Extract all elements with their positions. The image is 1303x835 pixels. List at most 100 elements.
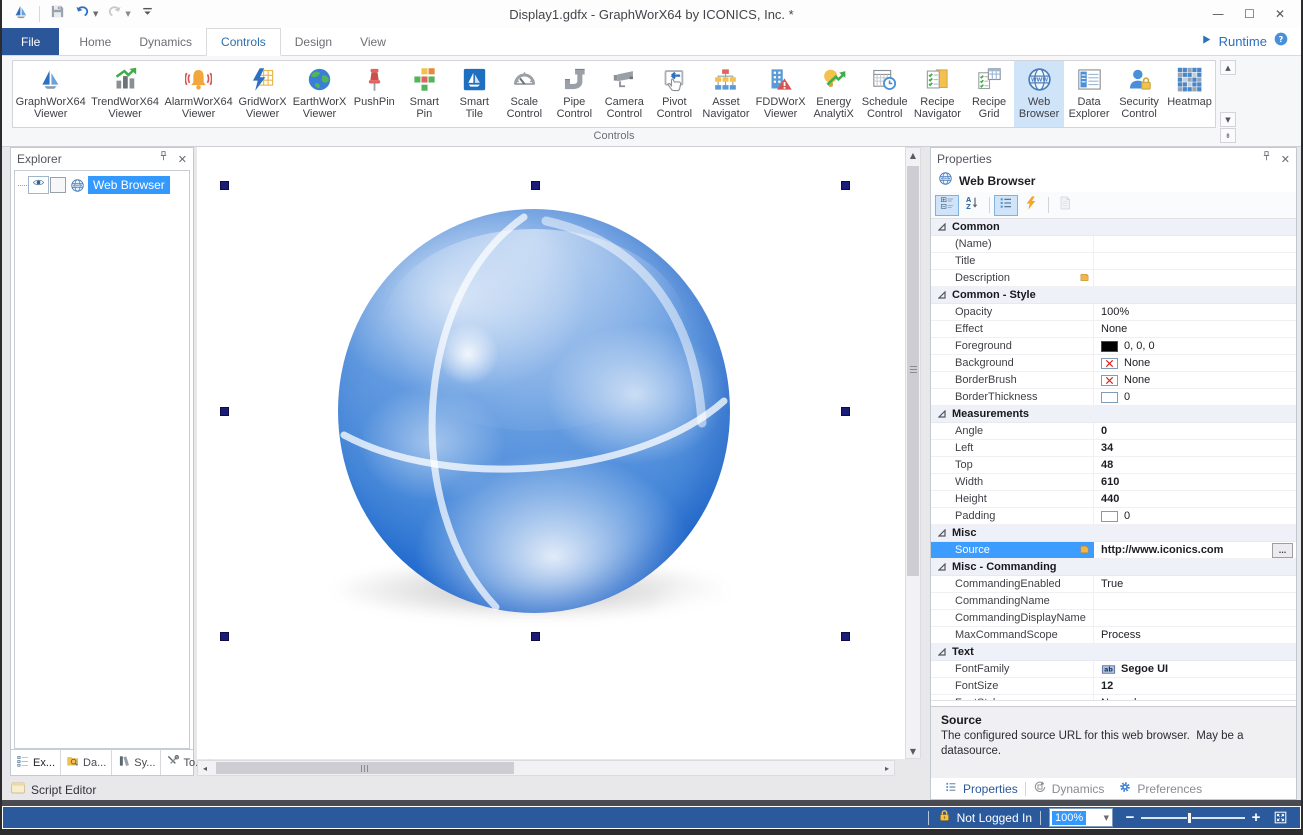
save-button[interactable] (47, 3, 68, 25)
chevron-down-icon[interactable]: ▼ (125, 10, 130, 18)
property-value[interactable]: Process (1094, 627, 1296, 643)
ribbon-button-earthworx-viewer[interactable]: EarthWorXViewer (290, 61, 350, 127)
undo-button[interactable]: ▼ (72, 3, 100, 25)
zoom-slider[interactable] (1141, 817, 1245, 819)
login-status[interactable]: Not Logged In (937, 808, 1032, 828)
pin-panel-icon[interactable] (1260, 150, 1273, 168)
web-browser-control[interactable] (338, 209, 730, 613)
dynamics-bolt-button[interactable] (1019, 195, 1043, 216)
scroll-left-icon[interactable]: ◂ (198, 761, 212, 775)
horizontal-scroll-thumb[interactable] (216, 762, 514, 774)
property-category-misc[interactable]: Misc (931, 525, 1296, 542)
chevron-down-icon[interactable]: ▼ (93, 10, 98, 18)
property-row-fontfamily[interactable]: FontFamilyabSegoe UI (931, 661, 1296, 678)
tab-dynamics[interactable]: Dynamics (1026, 780, 1112, 797)
property-row-borderbrush[interactable]: BorderBrushNone (931, 372, 1296, 389)
app-logo-button[interactable] (10, 3, 32, 25)
property-value[interactable]: 0 (1094, 423, 1296, 439)
tab-home[interactable]: Home (65, 28, 125, 55)
property-category-misc-commanding[interactable]: Misc - Commanding (931, 559, 1296, 576)
property-value[interactable]: abSegoe UI (1094, 661, 1296, 677)
selection-handle[interactable] (841, 632, 850, 641)
selection-handle[interactable] (531, 181, 540, 190)
ribbon-button-asset-navigator[interactable]: AssetNavigator (699, 61, 752, 127)
property-row-left[interactable]: Left34 (931, 440, 1296, 457)
ribbon-button-recipe-grid[interactable]: RecipeGrid (964, 61, 1014, 127)
property-category-common-style[interactable]: Common - Style (931, 287, 1296, 304)
ribbon-button-recipe-navigator[interactable]: RecipeNavigator (911, 61, 964, 127)
script-editor-bar[interactable]: Script Editor (10, 780, 96, 800)
tab-controls[interactable]: Controls (206, 28, 281, 56)
property-value[interactable]: None (1094, 321, 1296, 337)
collapse-triangle-icon[interactable] (938, 648, 946, 656)
ribbon-scroll-up-button[interactable]: ▲ (1220, 60, 1236, 75)
ribbon-button-smart-tile[interactable]: SmartTile (449, 61, 499, 127)
close-panel-icon[interactable]: ✕ (178, 153, 187, 166)
property-row-height[interactable]: Height440 (931, 491, 1296, 508)
pin-panel-icon[interactable] (157, 150, 170, 168)
property-row-width[interactable]: Width610 (931, 474, 1296, 491)
property-value[interactable]: 0, 0, 0 (1094, 338, 1296, 354)
property-value[interactable] (1094, 610, 1296, 626)
redo-button[interactable]: ▼ (104, 3, 132, 25)
ribbon-button-fddworx-viewer[interactable]: FDDWorXViewer (753, 61, 809, 127)
selection-handle[interactable] (220, 407, 229, 416)
property-value[interactable] (1094, 236, 1296, 252)
description-pane-button[interactable] (1053, 195, 1077, 216)
selection-handle[interactable] (531, 632, 540, 641)
property-row-commandingname[interactable]: CommandingName (931, 593, 1296, 610)
property-row-maxcommandscope[interactable]: MaxCommandScopeProcess (931, 627, 1296, 644)
property-value[interactable]: Normal (1094, 695, 1296, 701)
tab-file[interactable]: File (2, 28, 59, 55)
close-panel-icon[interactable]: ✕ (1281, 153, 1290, 166)
design-canvas[interactable] (197, 147, 905, 759)
selection-handle[interactable] (841, 181, 850, 190)
ellipsis-button[interactable]: ... (1272, 543, 1293, 558)
vertical-scroll-thumb[interactable] (907, 166, 919, 576)
property-value[interactable]: 0 (1094, 508, 1296, 524)
property-row-effect[interactable]: EffectNone (931, 321, 1296, 338)
ribbon-button-data-explorer[interactable]: DataExplorer (1064, 61, 1114, 127)
collapse-triangle-icon[interactable] (938, 291, 946, 299)
ribbon-button-web-browser[interactable]: WWWWebBrowser (1014, 61, 1064, 127)
property-value[interactable]: 12 (1094, 678, 1296, 694)
tab-view[interactable]: View (346, 28, 400, 55)
ribbon-button-pushpin[interactable]: PushPin (349, 61, 399, 127)
ribbon-button-heatmap[interactable]: Heatmap (1164, 61, 1215, 127)
canvas-horizontal-scrollbar[interactable]: ◂ ▸ (197, 760, 895, 776)
ribbon-button-energy-analytix[interactable]: EnergyAnalytiX (809, 61, 859, 127)
minimize-button[interactable]: — (1212, 8, 1224, 20)
property-row-opacity[interactable]: Opacity100% (931, 304, 1296, 321)
zoom-in-button[interactable]: + (1249, 811, 1263, 825)
ribbon-button-security-control[interactable]: SecurityControl (1114, 61, 1164, 127)
property-category-measurements[interactable]: Measurements (931, 406, 1296, 423)
selection-handle[interactable] (220, 632, 229, 641)
panel-tab-ex[interactable]: Ex... (11, 750, 61, 775)
tab-properties[interactable]: Properties (937, 780, 1025, 797)
scroll-right-icon[interactable]: ▸ (880, 761, 894, 775)
ribbon-button-alarmworx64-viewer[interactable]: AlarmWorX64Viewer (162, 61, 236, 127)
property-row-angle[interactable]: Angle0 (931, 423, 1296, 440)
runtime-button[interactable]: Runtime (1219, 34, 1267, 49)
property-value[interactable]: 0 (1094, 389, 1296, 405)
ribbon-button-pivot-control[interactable]: PivotControl (649, 61, 699, 127)
zoom-slider-thumb[interactable] (1187, 812, 1192, 824)
property-row-borderthickness[interactable]: BorderThickness0 (931, 389, 1296, 406)
tab-dynamics[interactable]: Dynamics (125, 28, 206, 55)
property-category-common[interactable]: Common (931, 219, 1296, 236)
collapse-triangle-icon[interactable] (938, 529, 946, 537)
selection-handle[interactable] (841, 407, 850, 416)
property-value[interactable] (1094, 253, 1296, 269)
property-row-title[interactable]: Title (931, 253, 1296, 270)
property-row-description[interactable]: Description (931, 270, 1296, 287)
selection-handle[interactable] (220, 181, 229, 190)
property-row-foreground[interactable]: Foreground0, 0, 0 (931, 338, 1296, 355)
collapse-ribbon-button[interactable]: ⇟ (1220, 128, 1236, 143)
property-value[interactable]: 610 (1094, 474, 1296, 490)
property-value[interactable] (1094, 270, 1296, 286)
visibility-toggle[interactable] (28, 176, 49, 194)
close-button[interactable]: ✕ (1275, 8, 1285, 20)
ribbon-button-smart-pin[interactable]: SmartPin (399, 61, 449, 127)
property-value[interactable]: True (1094, 576, 1296, 592)
tree-item-web-browser[interactable]: WWW Web Browser (18, 175, 189, 195)
